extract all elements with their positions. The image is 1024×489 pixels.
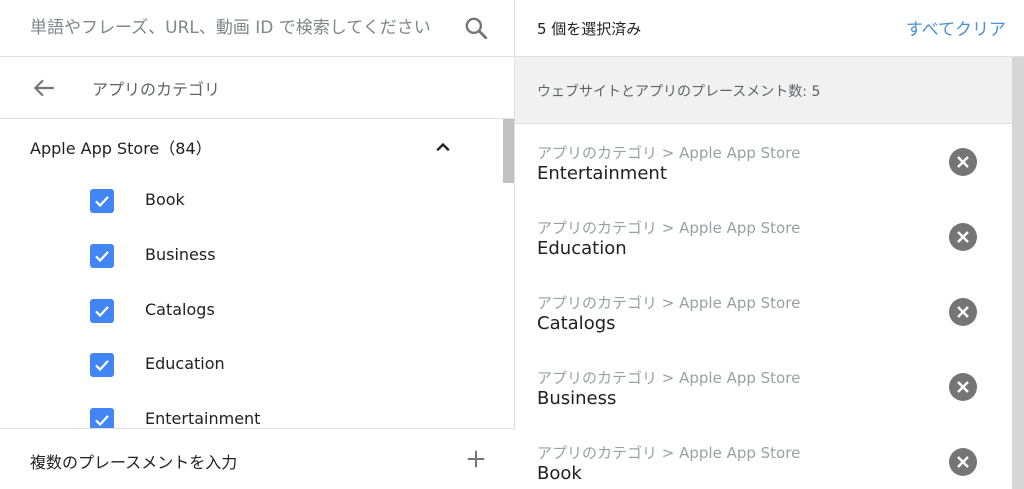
back-button[interactable]	[28, 72, 60, 104]
item-name: Book	[537, 463, 582, 484]
item-path: アプリのカテゴリ > Apple App Store	[537, 219, 801, 237]
placement-summary: ウェブサイトとアプリのプレースメント数: 5	[515, 57, 1024, 124]
list-item: アプリのカテゴリ > Apple App Store Education	[515, 199, 1012, 274]
checkmark-icon	[95, 360, 109, 372]
clear-all-button[interactable]: すべてクリア	[906, 15, 1006, 40]
checkbox[interactable]	[90, 189, 114, 213]
group-title: Apple App Store（84）	[30, 139, 212, 158]
list-item: アプリのカテゴリ > Apple App Store Book	[515, 424, 1012, 489]
checkmark-icon	[95, 415, 109, 427]
arrow-back-icon	[33, 79, 54, 97]
close-circle-icon	[957, 231, 969, 243]
category-list: Apple App Store（84） Book Business Catalo…	[0, 119, 515, 428]
search-icon	[465, 17, 488, 40]
item-name: Business	[537, 388, 617, 409]
item-name: Entertainment	[537, 163, 667, 184]
category-label: Catalogs	[145, 300, 215, 319]
checkmark-icon	[95, 306, 109, 318]
scrollbar[interactable]	[1012, 57, 1024, 489]
remove-button[interactable]	[949, 373, 977, 401]
selected-count: 5 個を選択済み	[537, 20, 642, 38]
item-name: Education	[537, 238, 627, 259]
selected-list: アプリのカテゴリ > Apple App Store Entertainment…	[515, 124, 1012, 489]
selected-placements-panel: 5 個を選択済み すべてクリア ウェブサイトとアプリのプレースメント数: 5 ア…	[515, 0, 1024, 489]
scrollbar-thumb[interactable]	[503, 119, 514, 183]
list-item: アプリのカテゴリ > Apple App Store Catalogs	[515, 274, 1012, 349]
remove-button[interactable]	[949, 298, 977, 326]
plus-icon	[467, 450, 485, 468]
remove-button[interactable]	[949, 223, 977, 251]
search-input[interactable]	[30, 14, 450, 42]
selection-header: 5 個を選択済み すべてクリア	[515, 0, 1024, 57]
category-browser-panel: アプリのカテゴリ Apple App Store（84） Book Busine…	[0, 0, 515, 489]
category-label: Education	[145, 354, 225, 373]
category-item[interactable]: Education	[0, 337, 500, 391]
enter-multiple-placements-button[interactable]: 複数のプレースメントを入力	[0, 428, 515, 489]
summary-text: ウェブサイトとアプリのプレースメント数: 5	[537, 84, 821, 100]
item-path: アプリのカテゴリ > Apple App Store	[537, 144, 801, 162]
group-header-apple-app-store[interactable]: Apple App Store（84）	[0, 119, 500, 173]
category-label: Entertainment	[145, 409, 261, 428]
remove-button[interactable]	[949, 148, 977, 176]
close-circle-icon	[957, 156, 969, 168]
checkbox[interactable]	[90, 299, 114, 323]
checkbox[interactable]	[90, 353, 114, 377]
close-circle-icon	[957, 381, 969, 393]
list-item: アプリのカテゴリ > Apple App Store Entertainment	[515, 124, 1012, 199]
item-path: アプリのカテゴリ > Apple App Store	[537, 369, 801, 387]
checkmark-icon	[95, 251, 109, 263]
checkmark-icon	[95, 196, 109, 208]
checkbox[interactable]	[90, 244, 114, 268]
footer-label: 複数のプレースメントを入力	[30, 453, 238, 472]
breadcrumb: アプリのカテゴリ	[0, 57, 515, 119]
search-bar	[0, 0, 515, 57]
collapse-toggle[interactable]	[430, 134, 456, 160]
category-label: Business	[145, 245, 216, 264]
chevron-up-icon	[436, 142, 450, 152]
list-item: アプリのカテゴリ > Apple App Store Business	[515, 349, 1012, 424]
close-circle-icon	[957, 306, 969, 318]
category-item[interactable]: Catalogs	[0, 283, 500, 337]
category-item[interactable]: Book	[0, 173, 500, 227]
close-circle-icon	[957, 456, 969, 468]
checkbox[interactable]	[90, 408, 114, 428]
category-item[interactable]: Entertainment	[0, 392, 500, 428]
category-label: Book	[145, 190, 185, 209]
item-name: Catalogs	[537, 313, 616, 334]
category-item[interactable]: Business	[0, 228, 500, 282]
add-button[interactable]	[462, 445, 490, 473]
item-path: アプリのカテゴリ > Apple App Store	[537, 294, 801, 312]
remove-button[interactable]	[949, 448, 977, 476]
item-path: アプリのカテゴリ > Apple App Store	[537, 444, 801, 462]
page-title: アプリのカテゴリ	[92, 80, 221, 99]
search-button[interactable]	[460, 12, 492, 44]
